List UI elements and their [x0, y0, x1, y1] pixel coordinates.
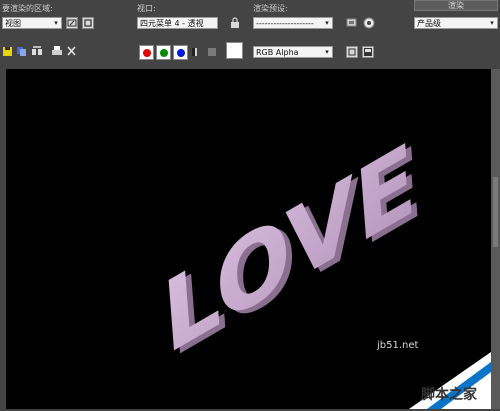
red-channel-toggle[interactable]	[139, 45, 154, 60]
render-viewport[interactable]: LOVE LOVE jb51.net 脚本之家	[6, 69, 491, 409]
render-preset-dropdown[interactable]: -------------------- ▾	[253, 17, 333, 29]
toggle-ui-icon[interactable]	[362, 46, 374, 58]
viewport-label: 视口:	[137, 4, 156, 13]
save-image-icon[interactable]	[2, 45, 13, 57]
region-dropdown-value: 视图	[5, 19, 21, 28]
copy-image-icon[interactable]	[16, 45, 27, 57]
viewport-dropdown-value: 四元菜单 4 - 透视	[140, 19, 204, 28]
region-label: 要渲染的区域:	[2, 4, 53, 13]
render-button[interactable]: 渲染	[414, 0, 498, 11]
watermark-url: jb51.net	[377, 340, 419, 351]
environment-icon[interactable]	[363, 17, 375, 29]
blue-channel-toggle[interactable]	[173, 45, 188, 60]
chevron-down-icon: ▾	[51, 18, 61, 28]
scrollbar-thumb[interactable]	[493, 177, 498, 247]
auto-region-icon[interactable]	[82, 17, 94, 29]
chevron-down-icon: ▾	[322, 47, 332, 57]
blue-dot-icon	[177, 49, 185, 57]
render-preset-value: --------------------	[256, 19, 314, 28]
clear-icon[interactable]	[66, 45, 77, 57]
channel-display-dropdown[interactable]: RGB Alpha ▾	[253, 46, 333, 58]
quality-dropdown[interactable]: 产品级 ▾	[414, 17, 498, 29]
watermark: jb51.net 脚本之家	[371, 332, 491, 409]
region-dropdown[interactable]: 视图 ▾	[2, 17, 62, 29]
watermark-brand: 脚本之家	[421, 387, 477, 403]
edit-region-icon[interactable]	[66, 17, 78, 29]
quality-dropdown-value: 产品级	[417, 19, 441, 28]
channel-display-value: RGB Alpha	[256, 48, 299, 57]
mono-toggle-icon[interactable]	[208, 48, 216, 56]
red-dot-icon	[143, 49, 151, 57]
color-swatch[interactable]	[226, 42, 243, 59]
green-dot-icon	[160, 49, 168, 57]
print-icon[interactable]	[51, 45, 62, 57]
lock-icon[interactable]	[230, 17, 240, 29]
viewport-dropdown[interactable]: 四元菜单 4 - 透视	[137, 17, 218, 29]
clone-window-icon[interactable]	[31, 45, 42, 57]
alpha-toggle-icon[interactable]	[192, 48, 198, 56]
green-channel-toggle[interactable]	[156, 45, 171, 60]
chevron-down-icon: ▾	[322, 18, 332, 28]
render-setup-icon[interactable]	[346, 17, 358, 29]
chevron-down-icon: ▾	[487, 18, 497, 28]
scrollbar[interactable]	[491, 69, 500, 409]
toggle-ui-overlay-icon[interactable]	[346, 46, 358, 58]
render-preset-label: 渲染预设:	[253, 4, 288, 13]
